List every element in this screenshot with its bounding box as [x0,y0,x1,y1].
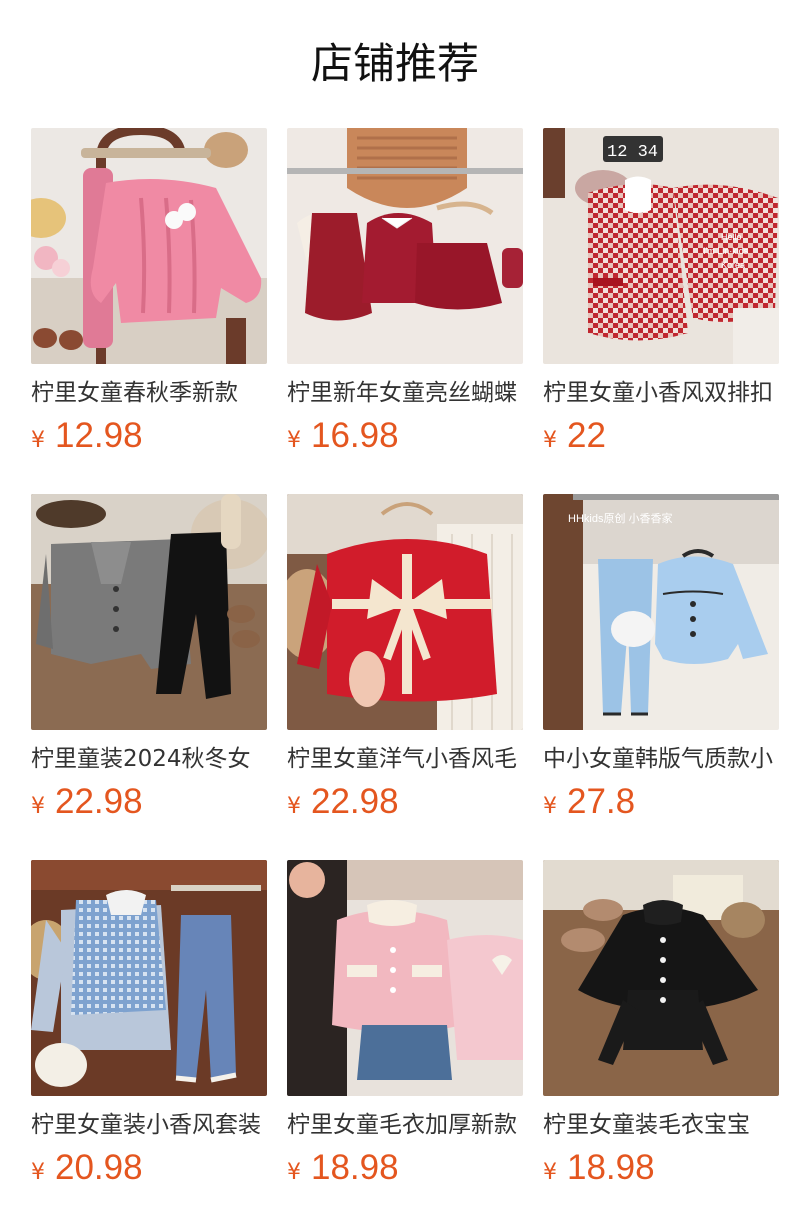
currency-symbol: ¥ [287,1160,301,1185]
price-value: 18.98 [311,1148,399,1187]
price-value: 12.98 [55,416,143,455]
product-price: ¥18.98 [543,1148,779,1188]
product-card[interactable]: 12 34 Hello I'm Lin·kids Korea 柠里女童小香风双排… [543,128,779,494]
product-price: ¥16.98 [287,416,523,456]
currency-symbol: ¥ [31,428,45,453]
product-image[interactable]: HHkids原创 小香香家 [543,494,779,730]
product-card[interactable]: 柠里童装2024秋冬女 ¥22.98 [31,494,267,860]
product-card[interactable]: HHkids原创 小香香家 中小女童韩版气质款小 ¥27.8 [543,494,779,860]
currency-symbol: ¥ [543,1160,557,1185]
currency-symbol: ¥ [543,428,557,453]
product-price: ¥22.98 [287,782,523,822]
product-name[interactable]: 柠里女童装毛衣宝宝 [543,1110,779,1140]
sticker-text: I'm Lin·kids [703,246,749,256]
price-value: 16.98 [311,416,399,455]
currency-symbol: ¥ [31,794,45,819]
product-name[interactable]: 柠里新年女童亮丝蝴蝶 [287,378,523,408]
product-grid: 柠里女童春秋季新款 ¥12.98 柠里新年女童亮丝蝴蝶 ¥16.98 12 34… [31,128,779,1226]
currency-symbol: ¥ [287,794,301,819]
sticker-text: Hello [721,232,742,242]
product-card[interactable]: 柠里女童春秋季新款 ¥12.98 [31,128,267,494]
product-name[interactable]: 柠里女童装小香风套装 [31,1110,267,1140]
product-card[interactable]: 柠里女童毛衣加厚新款 ¥18.98 [287,860,523,1226]
product-name[interactable]: 柠里女童小香风双排扣 [543,378,779,408]
currency-symbol: ¥ [31,1160,45,1185]
product-card[interactable]: 柠里女童洋气小香风毛 ¥22.98 [287,494,523,860]
price-value: 18.98 [567,1148,655,1187]
product-name[interactable]: 柠里女童春秋季新款 [31,378,267,408]
shop-tag-text: HHkids原创 小香香家 [568,511,673,525]
product-price: ¥27.8 [543,782,779,822]
product-price: ¥18.98 [287,1148,523,1188]
product-price: ¥22.98 [31,782,267,822]
product-image[interactable] [543,860,779,1096]
product-image[interactable] [287,860,523,1096]
product-price: ¥22 [543,416,779,456]
currency-symbol: ¥ [287,428,301,453]
page-title: 店铺推荐 [310,39,479,88]
product-card[interactable]: 柠里女童装小香风套装 ¥20.98 [31,860,267,1226]
clock-text: 12 34 [607,143,658,162]
sticker-text: Korea [721,260,745,270]
product-card[interactable]: 柠里新年女童亮丝蝴蝶 ¥16.98 [287,128,523,494]
price-value: 20.98 [55,1148,143,1187]
product-name[interactable]: 中小女童韩版气质款小 [543,744,779,774]
currency-symbol: ¥ [543,794,557,819]
product-name[interactable]: 柠里女童洋气小香风毛 [287,744,523,774]
product-price: ¥20.98 [31,1148,267,1188]
product-image[interactable] [31,128,267,364]
price-value: 22.98 [55,782,143,821]
product-image[interactable] [287,128,523,364]
product-name[interactable]: 柠里童装2024秋冬女 [31,744,267,774]
price-value: 27.8 [567,782,636,821]
price-value: 22 [567,416,606,455]
price-value: 22.98 [311,782,399,821]
product-price: ¥12.98 [31,416,267,456]
product-image[interactable] [31,494,267,730]
product-image[interactable] [287,494,523,730]
product-name[interactable]: 柠里女童毛衣加厚新款 [287,1110,523,1140]
product-card[interactable]: 柠里女童装毛衣宝宝 ¥18.98 [543,860,779,1226]
product-image[interactable]: 12 34 Hello I'm Lin·kids Korea [543,128,779,364]
product-image[interactable] [31,860,267,1096]
